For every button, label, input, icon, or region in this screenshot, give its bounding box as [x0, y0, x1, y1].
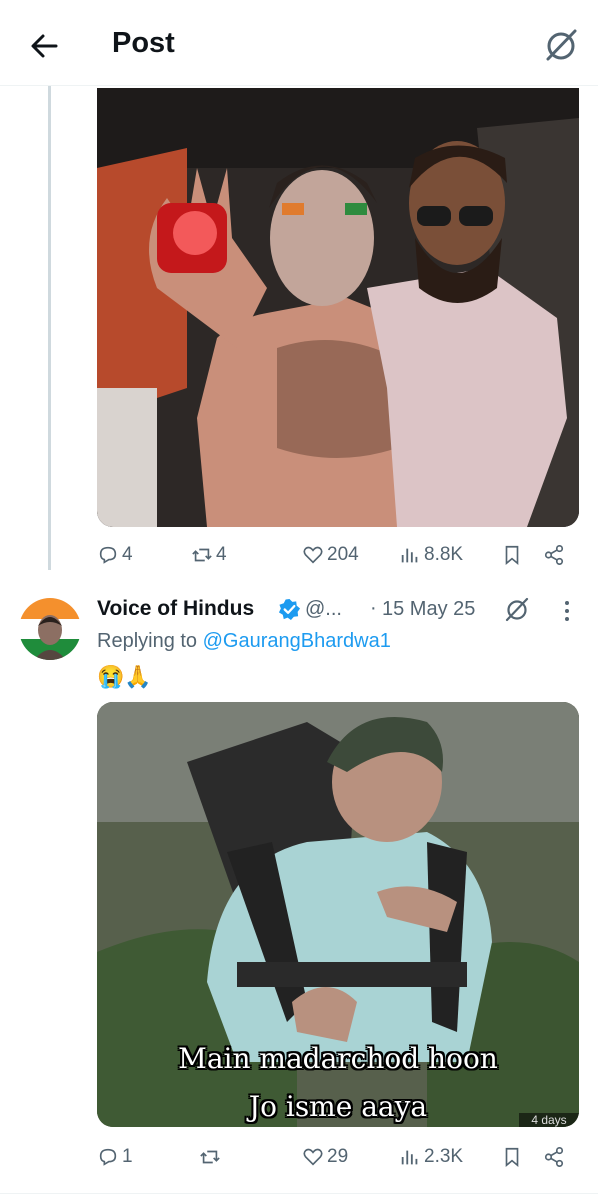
like-count: 29	[327, 1146, 349, 1167]
reply-icon	[99, 1148, 117, 1166]
grok-icon[interactable]	[504, 596, 530, 622]
like-icon	[303, 546, 323, 564]
share-icon	[544, 545, 564, 565]
like-button[interactable]: 204	[302, 537, 359, 573]
divider	[0, 1193, 598, 1194]
video-caption-line-1: Main madarchod hoon	[178, 1042, 498, 1075]
video-caption-line-2: Jo isme aaya	[248, 1090, 428, 1123]
thread-connector-line	[48, 86, 51, 570]
more-icon[interactable]	[555, 598, 579, 624]
views-count: 8.8K	[424, 544, 464, 565]
bookmark-button[interactable]	[501, 537, 523, 573]
mention-link[interactable]: @GaurangBhardwa1	[203, 630, 391, 652]
avatar[interactable]	[19, 598, 81, 660]
reply-button[interactable]: 4	[97, 537, 133, 573]
grok-icon	[546, 29, 577, 61]
tweet-1-action-bar: 4 4 204 8.8K	[97, 537, 579, 573]
like-icon	[303, 1148, 323, 1166]
author-handle[interactable]: @...	[305, 598, 342, 621]
retweet-count: 4	[216, 544, 227, 565]
views-icon	[401, 1150, 418, 1165]
retweet-button[interactable]	[199, 1139, 224, 1175]
retweet-icon	[192, 548, 212, 562]
author-name[interactable]: Voice of Hindus	[97, 597, 254, 621]
share-button[interactable]	[543, 537, 565, 573]
retweet-icon	[200, 1150, 220, 1164]
post-date[interactable]: 15 May 25	[382, 598, 475, 621]
reply-count: 1	[122, 1146, 133, 1167]
top-bar: Post	[0, 0, 598, 86]
tweet-text: 😭🙏	[97, 664, 152, 689]
replying-to: Replying to @GaurangBhardwa1	[97, 630, 391, 653]
video-timestamp: 4 days	[519, 1113, 579, 1127]
verified-icon	[278, 598, 301, 621]
separator-dot: ·	[370, 597, 377, 619]
replying-to-prefix: Replying to	[97, 630, 203, 652]
views-button[interactable]: 2.3K	[399, 1139, 463, 1175]
retweet-button[interactable]: 4	[191, 537, 227, 573]
reply-button[interactable]: 1	[97, 1139, 133, 1175]
reply-icon	[99, 546, 117, 564]
back-arrow-icon	[31, 34, 58, 58]
views-count: 2.3K	[424, 1146, 464, 1167]
tweet-2-action-bar: 1 29 2.3K	[97, 1139, 579, 1175]
grok-button[interactable]	[542, 26, 580, 64]
bookmark-icon	[505, 545, 519, 566]
like-count: 204	[327, 544, 359, 565]
bookmark-icon	[505, 1147, 519, 1168]
page-title: Post	[112, 27, 175, 59]
views-icon	[401, 548, 418, 563]
tweet-image-1[interactable]	[97, 88, 579, 527]
back-button[interactable]	[24, 26, 64, 66]
like-button[interactable]: 29	[302, 1139, 348, 1175]
views-button[interactable]: 8.8K	[399, 537, 463, 573]
reply-count: 4	[122, 544, 133, 565]
bookmark-button[interactable]	[501, 1139, 523, 1175]
share-button[interactable]	[543, 1139, 565, 1175]
share-icon	[544, 1147, 564, 1167]
tweet-video-2[interactable]: Main madarchod hoon Jo isme aaya 4 days	[97, 702, 579, 1127]
